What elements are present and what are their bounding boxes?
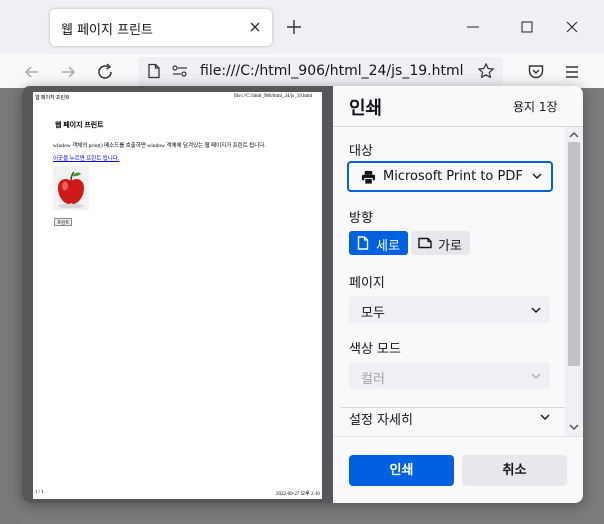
minimize-icon[interactable] (463, 17, 483, 37)
tab-close-icon[interactable] (246, 18, 264, 36)
printer-icon (361, 170, 376, 185)
color-mode-select[interactable]: 컬러 (349, 362, 550, 389)
pocket-icon[interactable] (526, 62, 546, 82)
new-tab-icon[interactable] (284, 17, 304, 37)
sheet-count: 용지 1장 (513, 100, 558, 114)
print-button[interactable]: 인쇄 (349, 455, 454, 486)
destination-label: 대상 (349, 144, 373, 159)
address-bar[interactable]: file:///C:/html_906/html_24/js_19.html (138, 57, 503, 86)
landscape-button[interactable]: 가로 (411, 231, 470, 255)
preview-heading: 웹 페이지 프린트 (55, 121, 104, 129)
print-preview-area: 웹 페이지 프린트 file:///C:/html_906/html_24/js… (22, 86, 333, 503)
scroll-up-icon[interactable] (569, 131, 579, 139)
destination-value: Microsoft Print to PDF (383, 169, 523, 184)
preview-header-title: 웹 페이지 프린트 (35, 96, 70, 101)
preview-datetime: 2022-09-27 오후 2:10 (276, 492, 320, 497)
hamburger-menu-icon[interactable] (562, 62, 582, 82)
back-arrow-icon[interactable] (22, 62, 42, 82)
chevron-down-icon (530, 304, 542, 316)
pages-select[interactable]: 모두 (349, 296, 550, 323)
scrollbar-thumb[interactable] (568, 142, 580, 366)
scroll-down-icon[interactable] (569, 423, 579, 431)
apple-image (53, 166, 89, 210)
chevron-down-icon (530, 370, 542, 382)
chevron-down-icon (531, 170, 543, 182)
section-divider (341, 407, 567, 408)
print-title: 인쇄 (349, 98, 383, 119)
print-preview-page: 웹 페이지 프린트 file:///C:/html_906/html_24/js… (33, 92, 322, 499)
url-text: file:///C:/html_906/html_24/js_19.html (200, 63, 464, 79)
pages-label: 페이지 (349, 276, 385, 291)
settings-scrollbar[interactable] (565, 127, 583, 436)
page-edge (0, 88, 22, 524)
portrait-page-icon (357, 236, 369, 250)
maximize-icon[interactable] (517, 17, 537, 37)
more-settings-toggle[interactable]: 설정 자세히 (349, 409, 413, 428)
landscape-label: 가로 (438, 239, 462, 254)
cancel-button[interactable]: 취소 (462, 455, 567, 486)
page-icon[interactable] (146, 63, 162, 79)
browser-tab[interactable]: 웹 페이지 프린트 (50, 9, 272, 46)
preview-print-button: 프린트 (54, 218, 73, 226)
forward-arrow-icon[interactable] (58, 62, 78, 82)
footer-divider (333, 436, 583, 437)
tab-strip: 웹 페이지 프린트 (0, 0, 604, 54)
navigation-toolbar: file:///C:/html_906/html_24/js_19.html (0, 54, 604, 88)
reload-icon[interactable] (95, 62, 115, 82)
print-settings-panel: 인쇄 용지 1장 대상 Microsoft Print to PDF 방향 세로 (333, 86, 583, 503)
orientation-label: 방향 (349, 211, 373, 226)
preview-header-url: file:///C:/html_906/html_24/js_19.html (234, 94, 313, 99)
portrait-button[interactable]: 세로 (349, 231, 408, 255)
preview-link: 이곳을 누르면 프린트 됩니다. (53, 156, 120, 162)
window-close-icon[interactable] (562, 17, 582, 37)
settings-scroll-area[interactable]: 대상 Microsoft Print to PDF 방향 세로 가로 페이지 모… (333, 127, 583, 436)
destination-select[interactable]: Microsoft Print to PDF (347, 161, 553, 192)
color-mode-label: 색상 모드 (349, 342, 401, 357)
permissions-icon[interactable] (171, 63, 189, 79)
landscape-page-icon (418, 237, 432, 249)
tab-title: 웹 페이지 프린트 (61, 23, 153, 38)
print-dialog: 웹 페이지 프린트 file:///C:/html_906/html_24/js… (22, 86, 583, 503)
bookmark-star-icon[interactable] (477, 62, 495, 80)
color-mode-value: 컬러 (361, 372, 385, 387)
preview-page-number: 1 / 1 (35, 490, 44, 495)
pages-value: 모두 (361, 306, 385, 321)
preview-description: window 객체의 print() 메소드를 호출하면 window 객체에 … (53, 143, 266, 149)
chevron-down-icon[interactable] (539, 411, 551, 423)
portrait-label: 세로 (376, 239, 400, 254)
